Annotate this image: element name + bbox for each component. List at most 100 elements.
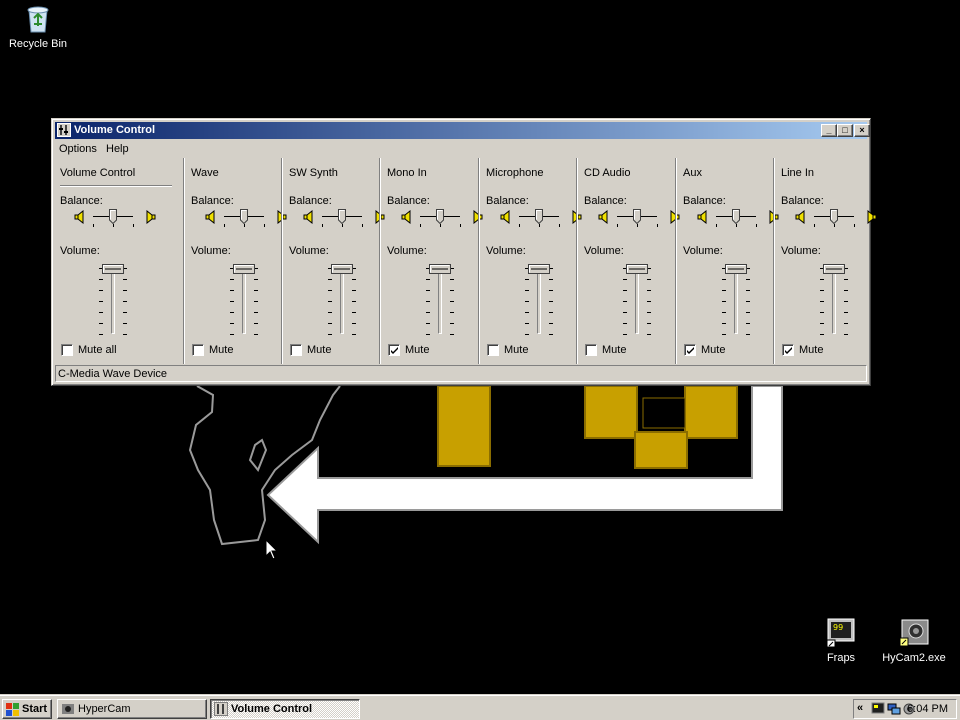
start-button[interactable]: Start [2,699,52,719]
channel-name: Wave [191,167,219,179]
mute-label: Mute [602,344,627,356]
balance-tick [637,224,638,227]
checkbox-box[interactable] [61,344,73,356]
network-tray-icon[interactable] [887,702,901,716]
desktop-icon-label: HyCam2.exe [882,652,946,664]
checkbox-box[interactable] [585,344,597,356]
balance-slider[interactable] [240,209,248,225]
checkbox-box[interactable] [290,344,302,356]
volume-slider[interactable] [233,264,255,274]
maximize-icon: □ [842,125,848,135]
volume-control-app-icon [57,123,71,137]
volume-tick [230,290,234,291]
balance-tick [113,224,114,227]
desktop-icon-fraps[interactable]: 99 Fraps [803,616,879,664]
balance-tick [617,224,618,227]
balance-label: Balance: [683,195,726,207]
balance-tick [559,224,560,227]
volume-tick [623,290,627,291]
checkbox-box[interactable] [388,344,400,356]
master-divider [60,185,172,187]
volume-slider[interactable] [102,264,124,274]
balance-slider[interactable] [109,209,117,225]
balance-slider[interactable] [830,209,838,225]
volume-tick [450,334,454,335]
desktop-icon-recycle-bin[interactable]: Recycle Bin [0,2,76,50]
left-speaker-icon [401,209,413,225]
title-bar[interactable]: Volume Control _ □ × [55,122,870,139]
volume-slider[interactable] [626,264,648,274]
close-button[interactable]: × [854,124,870,137]
windows-logo-icon [6,703,19,716]
wallpaper-gold-block [634,431,688,469]
volume-slider[interactable] [429,264,451,274]
volume-tick [820,290,824,291]
volume-tick [450,301,454,302]
volume-tick [549,312,553,313]
volume-tick [746,312,750,313]
window-title: Volume Control [74,124,156,136]
volume-tick [123,279,127,280]
balance-label: Balance: [60,195,103,207]
hypercam-icon [62,704,74,714]
left-speaker-icon [74,209,86,225]
volume-tick [426,279,430,280]
mute-label: Mute all [78,344,117,356]
volume-label: Volume: [486,245,526,257]
volume-tick [525,312,529,313]
volume-tick [99,290,103,291]
volume-tick [123,323,127,324]
taskbar-button-hypercam[interactable]: HyperCam [57,699,207,719]
balance-tick [736,224,737,227]
volume-tick [254,312,258,313]
minimize-button[interactable]: _ [821,124,837,137]
balance-slider[interactable] [535,209,543,225]
volume-tick [450,323,454,324]
checkbox-box[interactable] [487,344,499,356]
volume-label: Volume: [584,245,624,257]
volume-track [537,268,541,334]
menu-help[interactable]: Help [102,142,133,156]
status-bar: C-Media Wave Device [55,365,867,382]
menu-options[interactable]: Options [55,142,101,156]
checkbox-box[interactable] [684,344,696,356]
volume-tick [426,312,430,313]
channel-separator [773,158,775,364]
volume-tick [844,312,848,313]
channel-sw-synth: SW Synth Balance: Volume: Mute [284,158,385,366]
volume-slider[interactable] [823,264,845,274]
volume-tick [820,279,824,280]
fraps-tray-icon[interactable] [871,702,885,716]
volume-slider[interactable] [725,264,747,274]
channel-separator [576,158,578,364]
balance-slider[interactable] [633,209,641,225]
volume-slider[interactable] [528,264,550,274]
checkbox-box[interactable] [782,344,794,356]
volume-tick [254,279,258,280]
channel-name: Volume Control [60,167,136,179]
taskbar-button-volume-control[interactable]: Volume Control [210,699,360,719]
balance-tick [322,224,323,227]
balance-slider[interactable] [732,209,740,225]
volume-tick [450,279,454,280]
volume-tick [820,334,824,335]
balance-label: Balance: [584,195,627,207]
volume-tick [722,323,726,324]
volume-tick [647,312,651,313]
volume-tick [328,290,332,291]
volume-tick [99,312,103,313]
volume-tick [722,312,726,313]
volume-tick [450,290,454,291]
volume-tick [844,301,848,302]
desktop-icon-hycam[interactable]: HyCam2.exe [876,616,952,664]
volume-control-window: Volume Control _ □ × Options Help Volume… [51,118,877,386]
checkbox-box[interactable] [192,344,204,356]
balance-slider[interactable] [338,209,346,225]
show-hidden-icons-button[interactable]: « [857,702,863,714]
volume-tick [844,279,848,280]
channel-microphone: Microphone Balance: Volume: Mute [481,158,582,366]
volume-slider[interactable] [331,264,353,274]
maximize-button[interactable]: □ [837,124,853,137]
balance-slider[interactable] [436,209,444,225]
channel-aux: Aux Balance: Volume: Mute [678,158,779,366]
